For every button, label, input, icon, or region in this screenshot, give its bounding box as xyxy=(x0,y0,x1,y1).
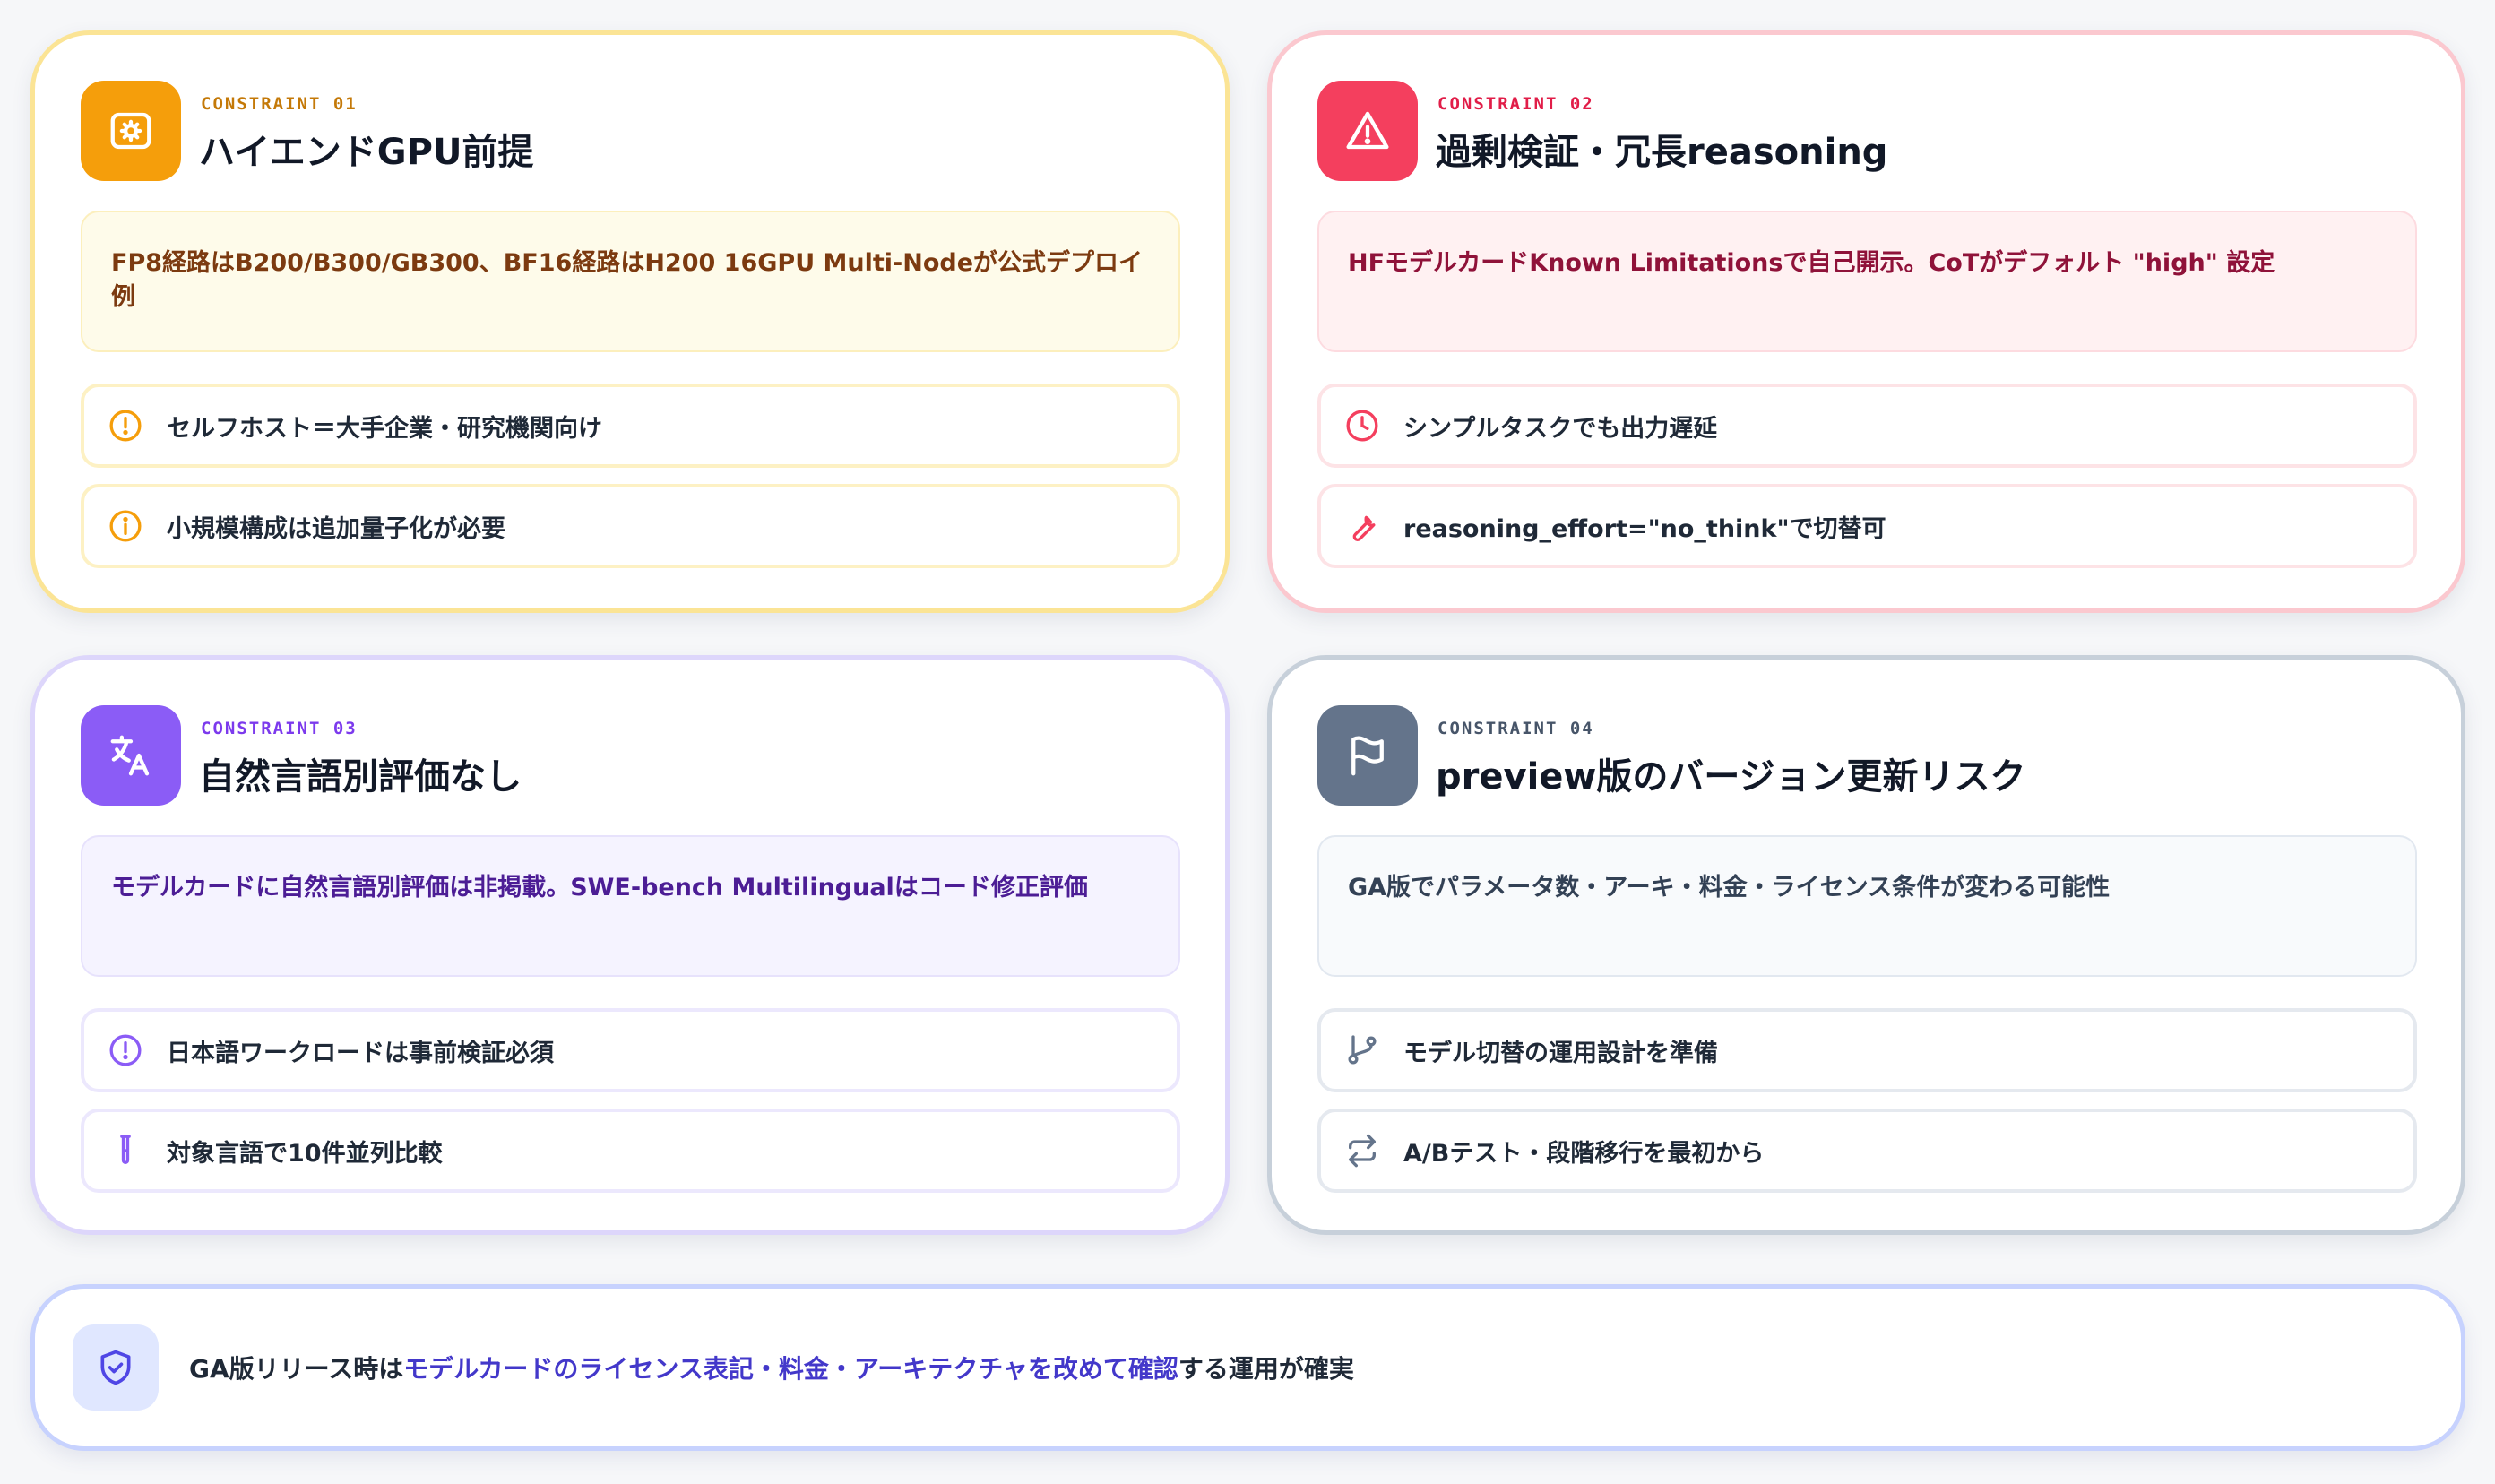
banner-text: GA版リリース時はモデルカードのライセンス表記・料金・アーキテクチャを改めて確認… xyxy=(189,1350,1354,1385)
constraint-tag: CONSTRAINT 01 xyxy=(201,94,358,114)
card-description: モデルカードに自然言語別評価は非掲載。SWE-bench Multilingua… xyxy=(81,835,1180,977)
constraint-card-01: CONSTRAINT 01 ハイエンドGPU前提 FP8経路はB200/B300… xyxy=(30,30,1230,613)
list-item-text: 対象言語で10件並列比較 xyxy=(167,1139,443,1168)
banner-highlight: モデルカードのライセンス表記・料金・アーキテクチャを改めて確認 xyxy=(403,1354,1178,1384)
card-title: preview版のバージョン更新リスク xyxy=(1436,756,2026,798)
list-item: 小規模構成は追加量子化が必要 xyxy=(81,484,1180,568)
list-item: 対象言語で10件並列比較 xyxy=(81,1109,1180,1193)
card-description: HFモデルカードKnown Limitationsで自己開示。CoTがデフォルト… xyxy=(1317,211,2417,352)
info-icon xyxy=(108,508,143,544)
constraint-tag: CONSTRAINT 03 xyxy=(201,719,358,738)
git-branch-icon xyxy=(1344,1032,1380,1068)
list-item: reasoning_effort="no_think"で切替可 xyxy=(1317,484,2417,568)
list-item-text: 日本語ワークロードは事前検証必須 xyxy=(167,1039,554,1067)
flag-icon xyxy=(1317,705,1418,806)
list-item: A/Bテスト・段階移行を最初から xyxy=(1317,1109,2417,1193)
banner-suffix: する運用が確実 xyxy=(1178,1354,1354,1384)
card-title: ハイエンドGPU前提 xyxy=(199,132,534,173)
translate-icon xyxy=(81,705,181,806)
ga-release-banner: GA版リリース時はモデルカードのライセンス表記・料金・アーキテクチャを改めて確認… xyxy=(30,1284,2465,1451)
wrench-icon xyxy=(1344,508,1380,544)
constraint-card-03: CONSTRAINT 03 自然言語別評価なし モデルカードに自然言語別評価は非… xyxy=(30,655,1230,1235)
list-item-text: シンプルタスクでも出力遅延 xyxy=(1403,414,1718,443)
shield-check-icon xyxy=(73,1324,159,1411)
list-item: シンプルタスクでも出力遅延 xyxy=(1317,384,2417,468)
alert-circle-icon xyxy=(108,408,143,444)
list-item: セルフホスト＝大手企業・研究機関向け xyxy=(81,384,1180,468)
card-title: 自然言語別評価なし xyxy=(199,756,522,798)
list-item-text: モデル切替の運用設計を準備 xyxy=(1403,1039,1718,1067)
gpu-chip-icon xyxy=(81,81,181,181)
list-item: 日本語ワークロードは事前検証必須 xyxy=(81,1008,1180,1092)
banner-prefix: GA版リリース時は xyxy=(189,1354,404,1384)
clock-icon xyxy=(1344,408,1380,444)
alert-circle-icon xyxy=(108,1032,143,1068)
list-item-text: 小規模構成は追加量子化が必要 xyxy=(167,514,505,543)
constraint-tag: CONSTRAINT 04 xyxy=(1437,719,1594,738)
constraint-card-04: CONSTRAINT 04 preview版のバージョン更新リスク GA版でパラ… xyxy=(1267,655,2465,1235)
constraint-card-02: CONSTRAINT 02 過剰検証・冗長reasoning HFモデルカードK… xyxy=(1267,30,2465,613)
list-item-text: reasoning_effort="no_think"で切替可 xyxy=(1403,514,1886,543)
test-tube-icon xyxy=(108,1133,143,1169)
card-description: FP8経路はB200/B300/GB300、BF16経路はH200 16GPU … xyxy=(81,211,1180,352)
warning-triangle-icon xyxy=(1317,81,1418,181)
card-description: GA版でパラメータ数・アーキ・料金・ライセンス条件が変わる可能性 xyxy=(1317,835,2417,977)
list-item-text: セルフホスト＝大手企業・研究機関向け xyxy=(167,414,602,443)
card-title: 過剰検証・冗長reasoning xyxy=(1436,132,1888,173)
repeat-arrows-icon xyxy=(1344,1133,1380,1169)
list-item-text: A/Bテスト・段階移行を最初から xyxy=(1403,1139,1765,1168)
constraint-tag: CONSTRAINT 02 xyxy=(1437,94,1594,114)
list-item: モデル切替の運用設計を準備 xyxy=(1317,1008,2417,1092)
